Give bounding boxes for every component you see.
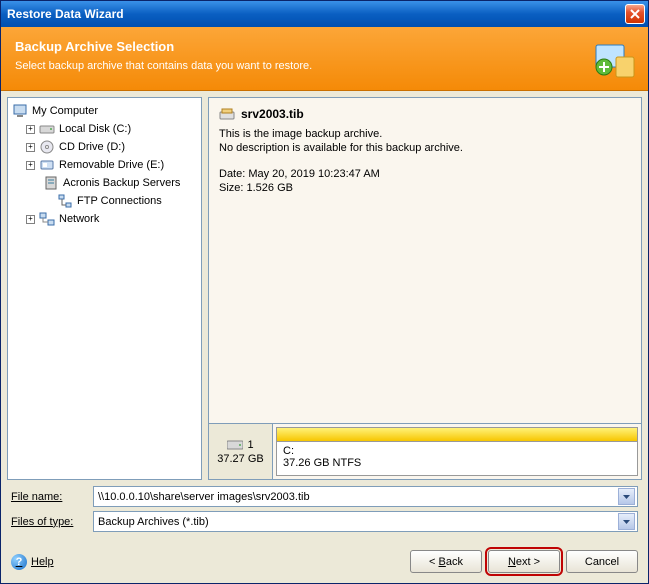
expand-icon[interactable]: + <box>26 161 35 170</box>
removable-icon <box>39 157 55 173</box>
partition-name: C: <box>283 445 631 457</box>
cd-icon <box>39 139 55 155</box>
tree-item-local-disk[interactable]: + Local Disk (C:) <box>10 120 199 138</box>
tree-item-acronis-servers[interactable]: Acronis Backup Servers <box>10 174 199 192</box>
wizard-header: Backup Archive Selection Select backup a… <box>1 27 648 91</box>
next-button[interactable]: Next > <box>488 550 560 573</box>
filetype-combo[interactable]: Backup Archives (*.tib) <box>93 511 638 532</box>
wizard-subtitle: Backup Archive Selection <box>15 39 634 54</box>
close-icon <box>630 9 640 19</box>
tree-item-label: CD Drive (D:) <box>59 141 125 153</box>
chevron-down-icon <box>623 520 630 524</box>
filename-row: File name: \\10.0.0.10\share\server imag… <box>11 486 638 507</box>
disk-total: 37.27 GB <box>217 453 263 465</box>
file-desc-2: No description is available for this bac… <box>219 142 631 154</box>
tree-item-label: Local Disk (C:) <box>59 123 131 135</box>
filetype-value: Backup Archives (*.tib) <box>98 516 618 528</box>
tree-item-label: FTP Connections <box>77 195 162 207</box>
tree-item-network[interactable]: + Network <box>10 210 199 228</box>
partition-stripe <box>276 427 638 441</box>
file-date: Date: May 20, 2019 10:23:47 AM <box>219 168 631 180</box>
chevron-down-icon <box>623 495 630 499</box>
disk-count: 1 <box>247 439 253 451</box>
wizard-description: Select backup archive that contains data… <box>15 60 634 72</box>
content-area: My Computer + Local Disk (C:) + CD Drive… <box>1 91 648 544</box>
filename-label: File name: <box>11 491 87 503</box>
filetype-label: Files of type: <box>11 516 87 528</box>
tree-item-label: Acronis Backup Servers <box>63 177 180 189</box>
back-button[interactable]: < Back <box>410 550 482 573</box>
tree-root-label: My Computer <box>32 105 98 117</box>
panes: My Computer + Local Disk (C:) + CD Drive… <box>7 97 642 480</box>
expand-icon[interactable]: + <box>26 215 35 224</box>
partition-cell[interactable]: C: 37.26 GB NTFS <box>276 441 638 476</box>
network-icon <box>39 211 55 227</box>
wizard-header-icon <box>590 35 638 83</box>
expand-icon[interactable]: + <box>26 125 35 134</box>
help-label: Help <box>31 556 54 568</box>
tree-item-ftp[interactable]: FTP Connections <box>10 192 199 210</box>
ftp-icon <box>57 193 73 209</box>
file-heading: srv2003.tib <box>219 106 631 122</box>
filename-combo[interactable]: \\10.0.0.10\share\server images\srv2003.… <box>93 486 638 507</box>
tree-root[interactable]: My Computer <box>10 102 199 120</box>
file-size: Size: 1.526 GB <box>219 182 631 194</box>
disk-bar: 1 37.27 GB C: 37.26 GB NTFS <box>209 423 641 479</box>
help-link[interactable]: ? Help <box>11 554 54 570</box>
file-desc-1: This is the image backup archive. <box>219 128 631 140</box>
hdd-icon <box>227 439 243 451</box>
partition-desc: 37.26 GB NTFS <box>283 457 631 469</box>
disk-summary: 1 37.27 GB <box>209 424 273 479</box>
tree-item-cd-drive[interactable]: + CD Drive (D:) <box>10 138 199 156</box>
file-name: srv2003.tib <box>241 107 304 121</box>
archive-icon <box>219 106 235 122</box>
filename-value: \\10.0.0.10\share\server images\srv2003.… <box>98 491 618 503</box>
filetype-row: Files of type: Backup Archives (*.tib) <box>11 511 638 532</box>
tree-item-label: Network <box>59 213 99 225</box>
close-button[interactable] <box>625 4 645 24</box>
dropdown-button[interactable] <box>618 513 635 530</box>
file-info: srv2003.tib This is the image backup arc… <box>209 98 641 423</box>
help-icon: ? <box>11 554 27 570</box>
form-rows: File name: \\10.0.0.10\share\server imag… <box>7 484 642 538</box>
computer-icon <box>12 103 28 119</box>
expand-icon[interactable]: + <box>26 143 35 152</box>
tree-item-removable[interactable]: + Removable Drive (E:) <box>10 156 199 174</box>
window-title: Restore Data Wizard <box>7 7 124 21</box>
tree-item-label: Removable Drive (E:) <box>59 159 164 171</box>
cancel-button[interactable]: Cancel <box>566 550 638 573</box>
footer: ? Help < Back Next > Cancel <box>1 544 648 583</box>
partition-view[interactable]: C: 37.26 GB NTFS <box>273 424 641 479</box>
titlebar[interactable]: Restore Data Wizard <box>1 1 648 27</box>
server-icon <box>43 175 59 191</box>
tree-pane[interactable]: My Computer + Local Disk (C:) + CD Drive… <box>7 97 202 480</box>
file-pane: srv2003.tib This is the image backup arc… <box>208 97 642 480</box>
disk-icon <box>39 121 55 137</box>
dropdown-button[interactable] <box>618 488 635 505</box>
restore-wizard-window: Restore Data Wizard Backup Archive Selec… <box>0 0 649 584</box>
